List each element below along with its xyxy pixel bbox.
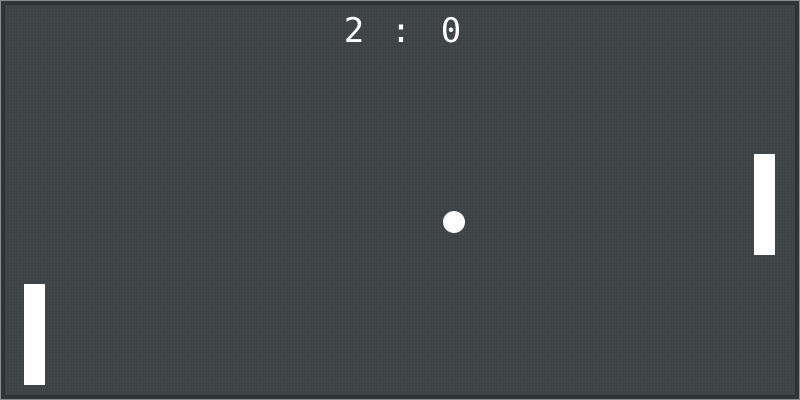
- score-separator: :: [390, 11, 412, 51]
- right-player-score: 0: [440, 11, 462, 51]
- left-paddle[interactable]: [24, 284, 45, 385]
- right-paddle[interactable]: [754, 154, 775, 255]
- scoreboard: 2 : 0: [1, 9, 800, 53]
- pong-game-frame: 2 : 0: [0, 0, 800, 400]
- ball: [443, 211, 465, 233]
- left-player-score: 2: [343, 11, 365, 51]
